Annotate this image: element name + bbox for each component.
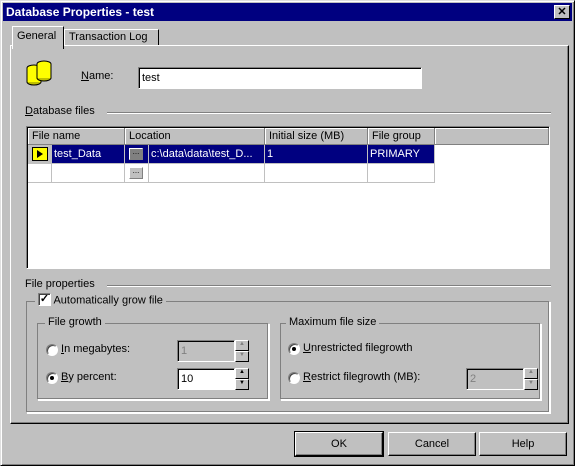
cell-location[interactable] [149,164,265,183]
column-header-blank [435,128,549,145]
by-percent-text: y percent: [68,371,117,383]
radio-selected-dot [292,347,296,351]
restrict-spinner[interactable]: ▲ ▼ [524,368,538,390]
restrict-input[interactable]: 2 [466,368,524,390]
database-files-text: atabase files [32,105,95,117]
restrict-radio[interactable] [288,372,300,384]
browse-icon: ... [132,147,140,156]
spin-down-icon[interactable]: ▼ [235,379,249,390]
by-percent-spinner[interactable]: ▲ ▼ [235,368,249,390]
name-label-mnemonic: N [81,70,89,82]
unrestricted-mnemonic: U [303,342,311,354]
file-properties-label: File properties [25,278,95,290]
cell-file-name[interactable] [52,164,125,183]
restrict-mnemonic: R [303,371,311,383]
tab-transaction-log[interactable]: Transaction Log [64,29,159,46]
database-properties-dialog: Database Properties - test ✕ General Tra… [0,0,575,466]
by-percent-radio[interactable] [46,372,58,384]
unrestricted-text: nrestricted filegrowth [310,342,413,354]
cell-initial-size[interactable]: 1 [265,145,368,164]
help-button[interactable]: Help [479,432,567,456]
file-growth-title: File growth [45,316,105,328]
restrict-text: estrict filegrowth (MB): [310,371,421,383]
spin-down-icon[interactable]: ▼ [524,379,538,390]
file-properties-separator [107,285,551,287]
tab-transaction-log-label: Transaction Log [69,31,148,43]
column-header-location[interactable]: Location [125,128,265,145]
by-percent-label: By percent: [61,371,117,383]
checkmark-icon: ✓ [39,293,50,305]
cell-browse[interactable]: ... [125,145,149,164]
database-files-label: Database files [25,105,95,117]
in-megabytes-label: In megabytes: [61,343,130,355]
row-selector[interactable] [28,145,52,164]
tab-general-label: General [17,30,57,42]
title-bar: Database Properties - test ✕ [3,3,572,21]
in-megabytes-input[interactable]: 1 [177,340,235,362]
cell-location[interactable]: c:\data\data\test_D... [149,145,265,164]
spin-up-icon[interactable]: ▲ [235,340,249,351]
cell-browse[interactable]: ... [125,164,149,183]
auto-grow-checkbox-row[interactable]: ✓ Automatically grow file [35,293,166,307]
spin-up-icon[interactable]: ▲ [524,368,538,379]
by-percent-input[interactable]: 10 [177,368,235,390]
database-icon [25,59,53,89]
tab-general[interactable]: General [12,26,64,49]
name-input[interactable]: test [138,67,422,89]
name-label-text: ame: [88,70,114,82]
column-header-initial-size[interactable]: Initial size (MB) [265,128,368,145]
max-file-size-title: Maximum file size [286,316,380,328]
window-title: Database Properties - test [6,5,155,19]
in-megabytes-radio[interactable] [46,344,58,356]
auto-grow-label: Automatically grow file [53,294,162,306]
column-header-file-group[interactable]: File group [368,128,435,145]
auto-grow-checkbox[interactable]: ✓ [38,293,51,306]
cell-file-group[interactable] [368,164,435,183]
radio-selected-dot [50,376,54,380]
cell-file-group[interactable]: PRIMARY [368,145,435,164]
auto-grow-label-post: row file [128,294,163,307]
database-files-grid[interactable]: File name Location Initial size (MB) Fil… [26,126,550,269]
database-files-separator [107,112,551,114]
browse-button[interactable]: ... [129,148,143,160]
current-row-arrow-icon [32,147,48,161]
name-label: Name: [81,70,113,82]
browse-button[interactable]: ... [129,167,143,179]
ok-button[interactable]: OK [294,431,384,457]
auto-grow-label-pre: Automatically [53,294,122,307]
cell-file-name[interactable]: test_Data [52,145,125,164]
unrestricted-radio[interactable] [288,343,300,355]
spin-down-icon[interactable]: ▼ [235,351,249,362]
cell-initial-size[interactable] [265,164,368,183]
close-icon: ✕ [557,6,567,18]
column-header-file-name[interactable]: File name [28,128,125,145]
spin-up-icon[interactable]: ▲ [235,368,249,379]
in-megabytes-text: n megabytes: [64,343,131,355]
restrict-label: Restrict filegrowth (MB): [303,371,420,383]
row-selector[interactable] [28,164,52,183]
database-files-mnemonic: D [25,105,33,117]
close-button[interactable]: ✕ [554,5,570,19]
unrestricted-label: Unrestricted filegrowth [303,342,412,354]
browse-icon: ... [132,166,140,175]
in-megabytes-spinner[interactable]: ▲ ▼ [235,340,249,362]
cancel-button[interactable]: Cancel [388,432,476,456]
